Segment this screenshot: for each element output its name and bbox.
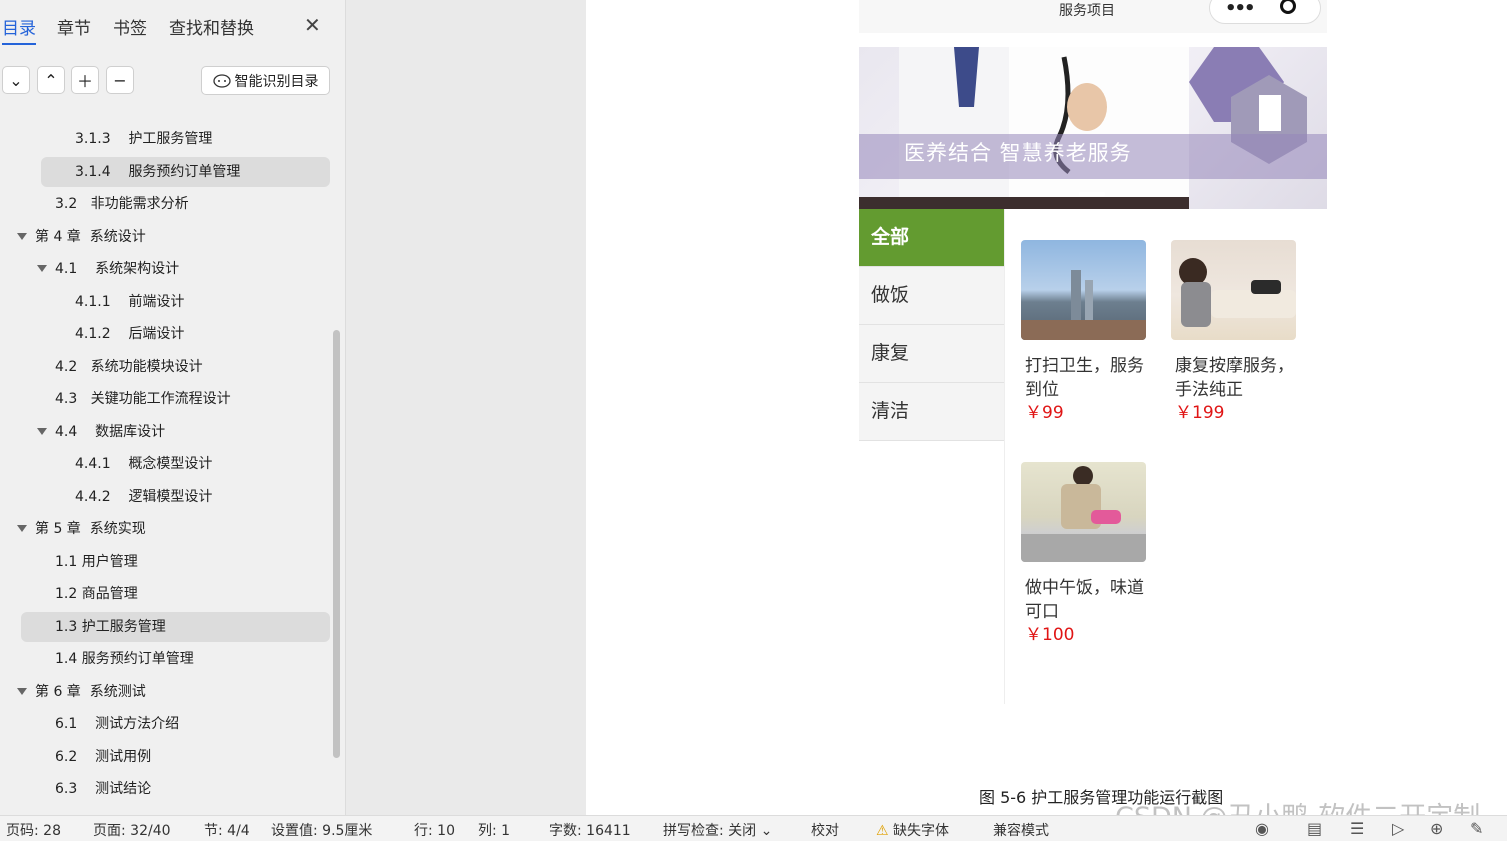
toc-item[interactable]: 6.3 测试结论 bbox=[55, 774, 151, 804]
toc-item-selected[interactable]: 3.1.4 服务预约订单管理 bbox=[41, 157, 330, 187]
product-image-cooking bbox=[1021, 462, 1146, 562]
toc-item[interactable]: 1.1 用户管理 bbox=[55, 547, 138, 577]
banner-image[interactable]: 医养结合 智慧养老服务 bbox=[859, 47, 1327, 209]
tab-find-replace[interactable]: 查找和替换 bbox=[169, 14, 254, 39]
outline-view-icon[interactable]: ☰ bbox=[1350, 819, 1364, 838]
category-all[interactable]: 全部 bbox=[859, 209, 1005, 267]
minus-icon: − bbox=[113, 70, 127, 90]
smart-toc-label: 智能识别目录 bbox=[234, 73, 319, 90]
banner-text: 医养结合 智慧养老服务 bbox=[904, 141, 1132, 165]
status-pages[interactable]: 页面: 32/40 bbox=[93, 820, 171, 840]
toc-item[interactable]: 1.2 商品管理 bbox=[55, 579, 138, 609]
smart-icon bbox=[212, 73, 231, 88]
product-price: ￥99 bbox=[1025, 403, 1064, 423]
mini-program-capsule[interactable]: ••• bbox=[1209, 0, 1321, 24]
web-view-icon[interactable]: ⊕ bbox=[1430, 819, 1443, 838]
app-header: 服务项目 ••• bbox=[859, 0, 1327, 33]
toc-item[interactable]: 第 5 章 系统实现 bbox=[17, 514, 146, 544]
expand-triangle-icon[interactable] bbox=[37, 264, 47, 272]
product-card[interactable]: 做中午饭，味道可口 ￥100 bbox=[1021, 462, 1151, 646]
chevron-down-icon: ⌄ bbox=[9, 70, 23, 90]
spell-check-toggle[interactable]: 拼写检查: 关闭 ⌄ bbox=[663, 820, 772, 840]
category-list: 全部 做饭 康复 清洁 bbox=[859, 209, 1005, 441]
close-icon[interactable]: ✕ bbox=[304, 14, 321, 36]
product-name: 打扫卫生，服务到位 bbox=[1025, 356, 1144, 400]
product-card[interactable]: 打扫卫生，服务到位 ￥99 bbox=[1021, 240, 1151, 424]
add-heading-button[interactable]: ＋ bbox=[71, 66, 99, 94]
remove-heading-button[interactable]: − bbox=[106, 66, 134, 94]
page-view-icon[interactable]: ▤ bbox=[1307, 819, 1322, 838]
app-title: 服务项目 bbox=[1059, 3, 1115, 19]
tab-bookmarks[interactable]: 书签 bbox=[113, 14, 147, 39]
product-card[interactable]: 康复按摩服务，手法纯正 ￥199 bbox=[1171, 240, 1301, 424]
figure-caption: 图 5-6 护工服务管理功能运行截图 bbox=[979, 788, 1224, 807]
tab-chapters[interactable]: 章节 bbox=[57, 14, 91, 39]
product-price: ￥100 bbox=[1025, 625, 1075, 645]
banner-illustration bbox=[859, 47, 1307, 209]
target-icon[interactable] bbox=[1280, 0, 1296, 14]
toc-item[interactable]: 3.2 非功能需求分析 bbox=[55, 189, 189, 219]
document-area: 服务项目 ••• 医养结合 智慧养老服务 全部 做饭 康复 清洁 打扫卫生，服务… bbox=[346, 0, 1507, 815]
toc-item[interactable]: 4.1.1 前端设计 bbox=[75, 287, 184, 317]
toc-item[interactable]: 4.2 系统功能模块设计 bbox=[55, 352, 203, 382]
status-setting[interactable]: 设置值: 9.5厘米 bbox=[271, 820, 372, 840]
status-words[interactable]: 字数: 16411 bbox=[549, 820, 631, 840]
category-rehab[interactable]: 康复 bbox=[859, 325, 1005, 383]
product-name: 做中午饭，味道可口 bbox=[1025, 578, 1144, 622]
expand-triangle-icon[interactable] bbox=[17, 524, 27, 532]
expand-triangle-icon[interactable] bbox=[37, 427, 47, 435]
tab-toc[interactable]: 目录 bbox=[2, 14, 36, 45]
toc-item[interactable]: 4.1 系统架构设计 bbox=[37, 254, 179, 284]
expand-triangle-icon[interactable] bbox=[17, 232, 27, 240]
proofread-button[interactable]: 校对 bbox=[811, 820, 839, 840]
toc-item[interactable]: 4.1.2 后端设计 bbox=[75, 319, 184, 349]
toc-item[interactable]: 4.4.2 逻辑模型设计 bbox=[75, 482, 212, 512]
toc-item[interactable]: 6.1 测试方法介绍 bbox=[55, 709, 179, 739]
smart-toc-button[interactable]: 智能识别目录 bbox=[201, 66, 330, 95]
toc-item[interactable]: 第 4 章 系统设计 bbox=[17, 222, 146, 252]
pen-icon[interactable]: ✎ bbox=[1470, 819, 1483, 838]
category-cooking[interactable]: 做饭 bbox=[859, 267, 1005, 325]
toc-item[interactable]: 4.4 数据库设计 bbox=[37, 417, 165, 447]
toc-item[interactable]: 3.1.3 护工服务管理 bbox=[75, 124, 212, 154]
compat-mode[interactable]: 兼容模式 bbox=[993, 820, 1049, 840]
product-image-massage bbox=[1171, 240, 1296, 340]
plus-icon: ＋ bbox=[76, 72, 93, 91]
document-page: 服务项目 ••• 医养结合 智慧养老服务 全部 做饭 康复 清洁 打扫卫生，服务… bbox=[586, 0, 1507, 815]
status-page[interactable]: 页码: 28 bbox=[6, 820, 61, 840]
category-cleaning[interactable]: 清洁 bbox=[859, 383, 1005, 441]
chevron-up-icon: ⌃ bbox=[44, 70, 58, 90]
carousel-indicator[interactable] bbox=[1079, 192, 1105, 196]
toc-item[interactable]: 第 6 章 系统测试 bbox=[17, 677, 146, 707]
product-name: 康复按摩服务，手法纯正 bbox=[1175, 356, 1294, 400]
toc-item[interactable]: 4.4.1 概念模型设计 bbox=[75, 449, 212, 479]
status-section[interactable]: 节: 4/4 bbox=[204, 820, 250, 840]
status-bar: 页码: 28 页面: 32/40 节: 4/4 设置值: 9.5厘米 行: 10… bbox=[0, 815, 1507, 841]
status-row[interactable]: 行: 10 bbox=[414, 820, 455, 840]
collapse-button[interactable]: ⌄ bbox=[2, 66, 30, 94]
product-image-cityscape bbox=[1021, 240, 1146, 340]
toc-item[interactable]: 4.3 关键功能工作流程设计 bbox=[55, 384, 231, 414]
category-divider bbox=[1004, 209, 1005, 704]
nav-scrollbar[interactable] bbox=[333, 330, 340, 758]
chevron-down-icon: ⌄ bbox=[760, 823, 773, 839]
toc-item[interactable]: 6.2 测试用例 bbox=[55, 742, 151, 772]
expand-triangle-icon[interactable] bbox=[17, 687, 27, 695]
eye-icon[interactable]: ◉ bbox=[1255, 819, 1269, 838]
nav-tabs: 目录 章节 书签 查找和替换 bbox=[0, 14, 345, 45]
product-price: ￥199 bbox=[1175, 403, 1225, 423]
toc-item-selected[interactable]: 1.3 护工服务管理 bbox=[21, 612, 330, 642]
missing-font-button[interactable]: ⚠ 缺失字体 bbox=[876, 820, 949, 840]
toc-item[interactable]: 1.4 服务预约订单管理 bbox=[55, 644, 194, 674]
navigation-panel: 目录 章节 书签 查找和替换 ✕ ⌄ ⌃ ＋ − 智能识别目录 3.1.3 护工… bbox=[0, 0, 346, 815]
status-col[interactable]: 列: 1 bbox=[478, 820, 510, 840]
expand-button[interactable]: ⌃ bbox=[37, 66, 65, 94]
more-icon[interactable]: ••• bbox=[1225, 0, 1255, 19]
warning-icon: ⚠ bbox=[876, 823, 889, 839]
play-icon[interactable]: ▷ bbox=[1392, 819, 1404, 838]
